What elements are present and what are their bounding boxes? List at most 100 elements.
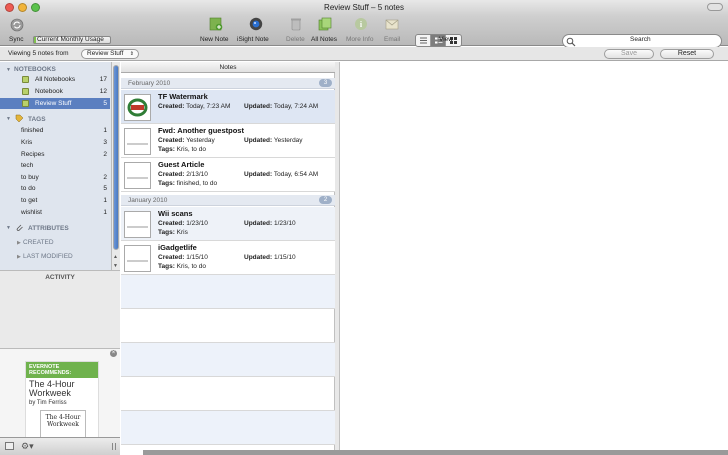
month-group-header: February 2010 3 (121, 78, 335, 89)
minimize-window-button[interactable] (18, 3, 27, 12)
note-item-igadgetlife[interactable]: iGadgetlife Created: 1/15/10 Updated: 1/1… (121, 241, 335, 275)
tag-label: Recipes (21, 151, 45, 158)
tag-count: 2 (103, 174, 107, 181)
empty-row (121, 411, 335, 445)
toolbar: Sync Current Monthly Usage New Note iSig… (0, 16, 728, 48)
sidebar: NOTEBOOKS ▼ All Notebooks 17 Notebook 12… (0, 62, 120, 270)
sidebar-tag-wishlist[interactable]: wishlist 1 (0, 207, 110, 218)
tags-value: Kris (176, 229, 188, 236)
resize-handle-icon[interactable] (112, 443, 116, 450)
promo-panel: × EVERNOTE RECOMMENDS: The 4-Hour Workwe… (0, 348, 120, 441)
scroll-down-arrow-icon[interactable]: ▼ (113, 263, 118, 269)
email-label: Email (384, 36, 401, 43)
tag-count: 1 (103, 209, 107, 216)
tags-disclosure-icon[interactable]: ▼ (6, 116, 11, 122)
all-notes-button[interactable] (318, 17, 332, 31)
new-note-button[interactable] (209, 17, 223, 31)
tag-label: wishlist (21, 209, 42, 216)
sidebar-item-count: 5 (103, 100, 107, 107)
sync-button[interactable] (10, 18, 24, 32)
all-notes-label: All Notes (311, 36, 338, 43)
close-promo-icon[interactable]: × (110, 350, 117, 357)
sidebar-tag-to-get[interactable]: to get 1 (0, 195, 110, 206)
attribute-last-modified[interactable]: LAST MODIFIED (23, 253, 73, 260)
tags-prefix: Tags: (158, 146, 175, 153)
created-disclosure-icon[interactable]: ▶ (17, 240, 21, 246)
tag-count: 1 (103, 127, 107, 134)
tag-label: tech (21, 162, 34, 169)
tag-label: to do (21, 185, 36, 192)
scroll-up-arrow-icon[interactable]: ▲ (113, 254, 118, 260)
search-label: Search (630, 36, 651, 43)
email-button[interactable] (385, 17, 399, 31)
updated-value: 1/15/10 (273, 254, 296, 261)
isight-note-label: iSight Note (237, 36, 269, 43)
sidebar-item-review-stuff[interactable]: Review Stuff 5 (0, 98, 110, 109)
cover-line-1: The 4-Hour (45, 414, 81, 421)
save-search-button[interactable]: Save (604, 49, 654, 59)
note-editor-pane[interactable] (340, 62, 728, 455)
sidebar-tag-recipes[interactable]: Recipes 2 (0, 149, 110, 160)
group-label: February 2010 (128, 80, 171, 87)
last-modified-disclosure-icon[interactable]: ▶ (17, 254, 21, 260)
sidebar-bottom-bar: ⚙▾ (0, 437, 120, 455)
sidebar-tag-kris[interactable]: Kris 3 (0, 137, 110, 148)
list-view-button[interactable] (416, 35, 431, 46)
tag-count: 2 (103, 151, 107, 158)
note-item-tf-watermark[interactable]: TF Watermark Created: Today, 7:23 AM Upda… (121, 90, 335, 124)
sidebar-item-label: All Notebooks (35, 76, 76, 83)
book-promo[interactable]: EVERNOTE RECOMMENDS: The 4-Hour Workweek… (25, 361, 99, 441)
tags-prefix: Tags: (158, 180, 175, 187)
more-info-label: More Info (346, 36, 374, 43)
camera-icon (249, 17, 263, 31)
reset-search-label: Reset (677, 50, 697, 57)
tag-count: 3 (103, 139, 107, 146)
toolbar-toggle-button[interactable] (707, 3, 723, 11)
gear-icon[interactable]: ⚙▾ (21, 440, 34, 452)
note-item-guest-article[interactable]: Guest Article Created: 2/13/10 Updated: T… (121, 158, 335, 192)
reset-search-button[interactable]: Reset (660, 49, 714, 59)
attribute-created[interactable]: CREATED (23, 239, 54, 246)
tag-label: Kris (21, 139, 33, 146)
created-prefix: Created: (158, 137, 185, 144)
note-tags: Tags: Kris, to do (158, 263, 206, 270)
sidebar-tag-to-do[interactable]: to do 5 (0, 183, 110, 194)
note-thumbnail (124, 162, 151, 189)
tag-label: finished (21, 127, 44, 134)
empty-row (121, 275, 335, 309)
sync-icon (10, 18, 24, 32)
note-title: Fwd: Another guestpost (158, 126, 244, 135)
note-item-wii-scans[interactable]: Wii scans Created: 1/23/10 Updated: 1/23/… (121, 207, 335, 241)
title-bar: Review Stuff – 5 notes (0, 0, 728, 16)
delete-button[interactable] (289, 17, 303, 31)
viewing-notes-text: Viewing 5 notes from (8, 50, 69, 57)
notebooks-disclosure-icon[interactable]: ▼ (6, 67, 11, 73)
close-window-button[interactable] (5, 3, 14, 12)
isight-note-button[interactable] (249, 17, 263, 31)
created-value: 2/13/10 (186, 171, 208, 178)
notebooks-header: NOTEBOOKS (14, 66, 56, 73)
note-title: iGadgetlife (158, 243, 197, 252)
more-info-button[interactable]: i (354, 17, 368, 31)
sidebar-tag-to-buy[interactable]: to buy 2 (0, 172, 110, 183)
zoom-window-button[interactable] (31, 3, 40, 12)
attributes-header: ATTRIBUTES (28, 225, 69, 232)
new-note-label: New Note (200, 36, 229, 43)
attributes-disclosure-icon[interactable]: ▼ (6, 225, 11, 231)
sidebar-tag-finished[interactable]: finished 1 (0, 125, 110, 136)
note-item-fwd-another-guestpost[interactable]: Fwd: Another guestpost Created: Yesterda… (121, 124, 335, 158)
toggle-panel-icon[interactable] (5, 442, 14, 450)
group-label: January 2010 (128, 197, 168, 204)
sidebar-scrollbar-thumb[interactable] (113, 65, 119, 250)
evernote-window: Review Stuff – 5 notes Sync Current Mont… (0, 0, 728, 455)
sidebar-scrollbar[interactable]: ▲ ▼ (111, 62, 120, 270)
note-title: TF Watermark (158, 92, 208, 101)
notes-column-header[interactable]: Notes (121, 62, 335, 73)
notebook-dropdown[interactable]: Review Stuff ⇕ (81, 49, 139, 59)
sidebar-item-all-notebooks[interactable]: All Notebooks 17 (0, 74, 110, 85)
sidebar-item-notebook[interactable]: Notebook 12 (0, 86, 110, 97)
tags-header: TAGS (28, 116, 46, 123)
tag-count: 1 (103, 197, 107, 204)
sidebar-tag-tech[interactable]: tech (0, 160, 110, 171)
note-tags: Tags: Kris (158, 229, 188, 236)
